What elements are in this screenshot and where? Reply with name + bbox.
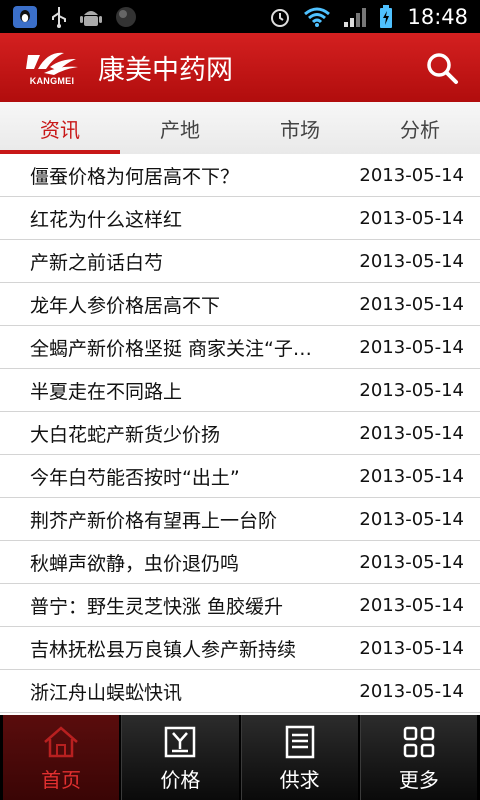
news-date: 2013-05-14 — [359, 465, 464, 487]
news-date: 2013-05-14 — [359, 293, 464, 315]
tab-market[interactable]: 市场 — [240, 102, 360, 154]
news-title: 荆芥产新价格有望再上一台阶 — [30, 509, 278, 532]
list-item[interactable]: 浙江舟山蜈蚣快讯 2013-05-14 — [0, 670, 480, 713]
news-list[interactable]: 僵蚕价格为何居高不下？ 2013-05-14 红花为什么这样红 2013-05-14… — [0, 154, 480, 715]
news-title: 秋蝉声欲静，虫价退仍鸣 — [30, 552, 240, 575]
list-item[interactable]: 大白花蛇产新货少价扬 2013-05-14 — [0, 412, 480, 455]
news-date: 2013-05-14 — [359, 551, 464, 573]
news-title: 半夏走在不同路上 — [30, 380, 183, 403]
category-tabs: 资讯 产地 市场 分析 — [0, 102, 480, 154]
list-item[interactable]: 龙年人参价格居高不下 2013-05-14 — [0, 283, 480, 326]
tab-origin[interactable]: 产地 — [120, 102, 240, 154]
list-item[interactable]: 产新之前话白芍 2013-05-14 — [0, 240, 480, 283]
status-time: 18:48 — [407, 4, 468, 29]
nav-label: 更多 — [398, 768, 439, 792]
app-ball-icon — [114, 5, 138, 29]
list-item[interactable]: 吉林抚松县万良镇人参产新持续 2013-05-14 — [0, 627, 480, 670]
list-item[interactable]: 今年白芍能否按时“出土” 2013-05-14 — [0, 455, 480, 498]
list-icon — [282, 722, 318, 762]
news-title: 吉林抚松县万良镇人参产新持续 — [30, 638, 297, 661]
news-date: 2013-05-14 — [359, 594, 464, 616]
news-date: 2013-05-14 — [359, 508, 464, 530]
home-icon — [41, 722, 81, 762]
bottom-nav: 首页 价格 供求 更多 — [0, 715, 480, 800]
news-title: 普宁：野生灵芝快涨 鱼胶缓升 — [30, 595, 284, 618]
app-header: KANGMEI 康美中药网 — [0, 33, 480, 102]
search-icon — [427, 52, 458, 84]
kangmei-logo-icon — [26, 52, 78, 75]
news-title: 红花为什么这样红 — [30, 208, 183, 231]
nav-label: 供求 — [279, 768, 320, 792]
news-title: 僵蚕价格为何居高不下？ — [30, 165, 240, 188]
news-title: 产新之前话白芍 — [30, 251, 164, 274]
news-date: 2013-05-14 — [359, 336, 464, 358]
news-date: 2013-05-14 — [359, 422, 464, 444]
news-title: 大白花蛇产新货少价扬 — [30, 423, 221, 446]
nav-price[interactable]: 价格 — [121, 715, 239, 800]
list-item[interactable]: 荆芥产新价格有望再上一台阶 2013-05-14 — [0, 498, 480, 541]
list-item[interactable]: 普宁：野生灵芝快涨 鱼胶缓升 2013-05-14 — [0, 584, 480, 627]
wifi-icon — [303, 6, 331, 28]
status-bar: 18:48 — [0, 0, 480, 33]
news-date: 2013-05-14 — [359, 379, 464, 401]
news-title: 浙江舟山蜈蚣快讯 — [30, 681, 183, 704]
news-date: 2013-05-14 — [359, 164, 464, 186]
list-item[interactable]: 半夏走在不同路上 2013-05-14 — [0, 369, 480, 412]
nav-more[interactable]: 更多 — [359, 715, 477, 800]
logo-text: KANGMEI — [29, 76, 75, 86]
news-date: 2013-05-14 — [359, 250, 464, 272]
alarm-icon — [269, 6, 291, 28]
nav-label: 首页 — [41, 768, 82, 792]
usb-icon — [50, 5, 68, 29]
qq-penguin-icon — [12, 5, 38, 29]
search-button[interactable] — [420, 46, 464, 90]
news-date: 2013-05-14 — [359, 207, 464, 229]
news-date: 2013-05-14 — [359, 637, 464, 659]
tab-analysis[interactable]: 分析 — [360, 102, 480, 154]
signal-icon — [343, 6, 367, 28]
news-title: 今年白芍能否按时“出土” — [30, 466, 240, 489]
battery-charging-icon — [379, 4, 393, 29]
news-title: 全蝎产新价格坚挺 商家关注“子… — [30, 337, 312, 360]
price-icon — [162, 722, 198, 762]
nav-supply-demand[interactable]: 供求 — [240, 715, 358, 800]
tab-news[interactable]: 资讯 — [0, 102, 120, 154]
list-item[interactable]: 僵蚕价格为何居高不下？ 2013-05-14 — [0, 154, 480, 197]
kangmei-logo: KANGMEI — [20, 49, 84, 86]
grid-icon — [401, 722, 437, 762]
list-item[interactable]: 红花为什么这样红 2013-05-14 — [0, 197, 480, 240]
list-item[interactable]: 全蝎产新价格坚挺 商家关注“子… 2013-05-14 — [0, 326, 480, 369]
news-title: 龙年人参价格居高不下 — [30, 294, 221, 317]
nav-home[interactable]: 首页 — [3, 715, 120, 800]
list-item[interactable]: 秋蝉声欲静，虫价退仍鸣 2013-05-14 — [0, 541, 480, 584]
app-title: 康美中药网 — [98, 55, 233, 86]
android-debug-icon — [80, 5, 102, 29]
nav-label: 价格 — [160, 768, 201, 792]
news-date: 2013-05-14 — [359, 680, 464, 702]
